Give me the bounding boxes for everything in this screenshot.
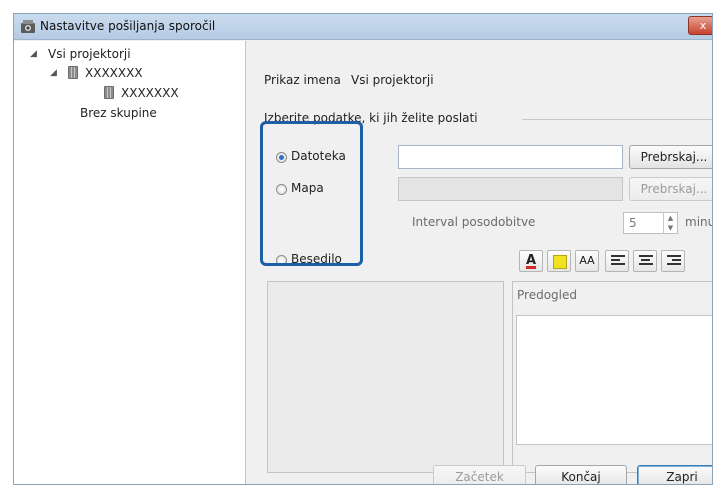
align-right-button[interactable] — [661, 250, 685, 272]
tree-item-no-group[interactable]: Brez skupine — [80, 106, 157, 120]
preview-label: Predogled — [517, 288, 577, 302]
stepper-arrows-icon[interactable]: ▲ ▼ — [663, 213, 677, 233]
browse-file-button[interactable]: Prebrskaj... — [629, 145, 712, 169]
message-text-area[interactable] — [267, 281, 504, 473]
align-right-icon — [667, 255, 681, 268]
window-title: Nastavitve pošiljanja sporočil — [40, 19, 216, 33]
expand-arrow-icon[interactable]: ◢ — [50, 68, 57, 78]
close-window-button[interactable]: x — [688, 16, 712, 35]
folder-path-input[interactable] — [398, 177, 623, 201]
display-name-label: Prikaz imena — [264, 73, 341, 87]
projector-app-icon — [21, 20, 35, 33]
update-interval-label: Interval posodobitve — [412, 215, 536, 229]
projector-tree: ◢ Vsi projektorji ◢ XXXXXXX XXXXXXX Brez… — [14, 41, 246, 484]
message-settings-window: Nastavitve pošiljanja sporočil x ◢ Vsi p… — [13, 13, 713, 485]
preview-group: Predogled — [512, 281, 712, 473]
update-interval-value: 5 — [629, 216, 637, 230]
align-center-button[interactable] — [633, 250, 657, 272]
tree-item-all-projectors[interactable]: Vsi projektorji — [48, 47, 131, 61]
folder-radio[interactable] — [276, 184, 287, 195]
start-button[interactable]: Začetek — [433, 465, 526, 484]
projector-icon — [104, 86, 114, 99]
align-center-icon — [639, 255, 653, 268]
expand-arrow-icon[interactable]: ◢ — [30, 49, 37, 59]
display-name-value: Vsi projektorji — [351, 73, 434, 87]
projector-group-icon — [68, 66, 78, 79]
tree-item-group[interactable]: XXXXXXX — [85, 66, 143, 80]
text-color-button[interactable]: A — [519, 250, 543, 272]
update-interval-stepper[interactable]: 5 ▲ ▼ — [623, 212, 678, 234]
text-radio[interactable] — [276, 255, 287, 266]
settings-panel: Prikaz imena Vsi projektorji Izberite po… — [247, 41, 712, 484]
update-interval-unit: minut — [685, 215, 712, 229]
align-left-button[interactable] — [605, 250, 629, 272]
group-divider — [522, 119, 712, 120]
preview-area — [516, 315, 712, 445]
folder-option-label[interactable]: Mapa — [291, 181, 324, 195]
close-button[interactable]: Zapri — [637, 465, 712, 484]
tree-item-projector[interactable]: XXXXXXX — [121, 86, 179, 100]
file-path-input[interactable] — [398, 145, 623, 169]
browse-folder-button[interactable]: Prebrskaj... — [629, 177, 712, 201]
file-option-label[interactable]: Datoteka — [291, 149, 346, 163]
finish-button[interactable]: Končaj — [535, 465, 627, 484]
font-size-button[interactable]: AA — [575, 250, 599, 272]
select-data-label: Izberite podatke, ki jih želite poslati — [264, 111, 478, 125]
file-radio[interactable] — [276, 152, 287, 163]
text-option-label[interactable]: Besedilo — [291, 252, 342, 266]
fill-color-button[interactable] — [547, 250, 571, 272]
title-bar: Nastavitve pošiljanja sporočil x — [14, 14, 712, 40]
align-left-icon — [611, 255, 625, 268]
